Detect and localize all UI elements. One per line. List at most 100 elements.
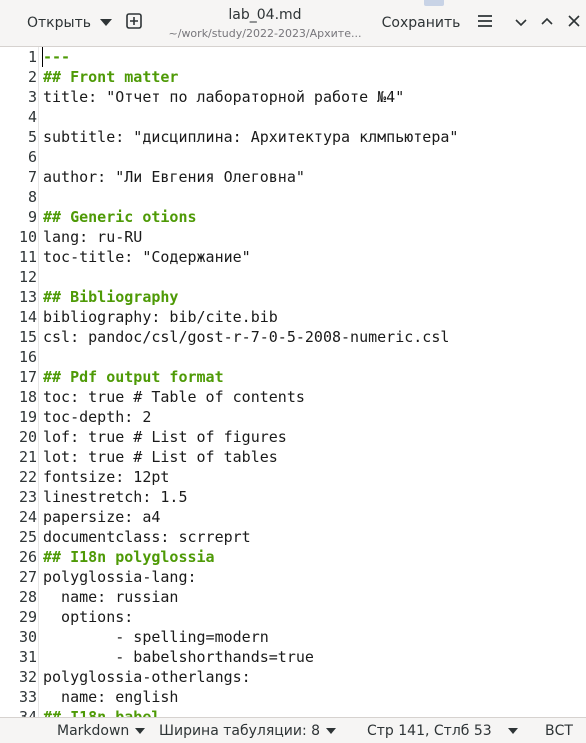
code-text: polyglossia-lang: [43, 568, 197, 586]
code-line[interactable]: 13 ## Bibliography [0, 287, 586, 307]
line-number: 33 [18, 688, 37, 706]
line-number: 32 [18, 668, 37, 686]
text-editor-area[interactable]: 1 --- 2 ## Front matter 3 title: "Отчет по ла… [0, 47, 586, 717]
code-text: ## I18n polyglossia [43, 548, 215, 566]
code-line[interactable]: 5 subtitle: "дисциплина: Архитектура клмп… [0, 127, 586, 147]
code-line[interactable]: 24 papersize: a4 [0, 507, 586, 527]
line-number: 19 [18, 408, 37, 426]
code-text: options: [43, 608, 134, 626]
document-path: ~/work/study/2022-2023/Архите... [168, 27, 362, 40]
cursor-position[interactable]: Стр 141, Стлб 53 [367, 721, 492, 741]
line-number: 21 [18, 448, 37, 466]
line-number: 6 [27, 148, 37, 166]
save-button[interactable]: Сохранить [380, 8, 462, 38]
line-number: 15 [18, 328, 37, 346]
line-number: 17 [18, 368, 37, 386]
cursor-position-label: Стр 141, Стлб 53 [367, 723, 492, 739]
line-number: 3 [27, 88, 37, 106]
maximize-button[interactable] [534, 8, 560, 38]
code-line[interactable]: 12 [0, 267, 586, 287]
insert-mode-indicator[interactable]: ВСТ [545, 721, 573, 741]
line-number: 1 [27, 48, 37, 66]
cursor-position-dropdown[interactable] [502, 721, 518, 741]
main-menu-button[interactable] [470, 8, 500, 38]
code-text: bibliography: bib/cite.bib [43, 308, 278, 326]
background-window-edge [424, 0, 444, 6]
code-line[interactable]: 34 ## I18n babel [0, 707, 586, 717]
line-number: 26 [18, 548, 37, 566]
open-button-label: Открыть [27, 15, 91, 31]
code-text: lang: ru-RU [43, 228, 143, 246]
code-line[interactable]: 31 - babelshorthands=true [0, 647, 586, 667]
code-text: documentclass: scrreprt [43, 528, 251, 546]
code-line[interactable]: 22 fontsize: 12pt [0, 467, 586, 487]
line-number: 2 [27, 68, 37, 86]
code-line[interactable]: 18 toc: true # Table of contents [0, 387, 586, 407]
code-line[interactable]: 25 documentclass: scrreprt [0, 527, 586, 547]
code-line[interactable]: 1 --- [0, 47, 586, 67]
code-line[interactable]: 23 linestretch: 1.5 [0, 487, 586, 507]
code-text: ## Front matter [43, 68, 179, 86]
code-line[interactable]: 26 ## I18n polyglossia [0, 547, 586, 567]
code-line[interactable]: 15 csl: pandoc/csl/gost-r-7-0-5-2008-nume… [0, 327, 586, 347]
line-number: 23 [18, 488, 37, 506]
open-button[interactable]: Открыть [18, 8, 112, 38]
code-line[interactable]: 6 [0, 147, 586, 167]
code-line[interactable]: 16 [0, 347, 586, 367]
window-title: lab_04.md ~/work/study/2022-2023/Архите.… [150, 6, 380, 41]
line-number: 14 [18, 308, 37, 326]
code-line[interactable]: 8 [0, 187, 586, 207]
code-text: toc: true # Table of contents [43, 388, 305, 406]
code-text: lof: true # List of figures [43, 428, 287, 446]
language-selector[interactable]: Markdown [57, 721, 146, 741]
line-number: 22 [18, 468, 37, 486]
line-number: 30 [18, 628, 37, 646]
line-number: 34 [18, 708, 37, 717]
chevron-down-icon [326, 728, 337, 734]
code-line[interactable]: 3 title: "Отчет по лабораторной работе №4… [0, 87, 586, 107]
hamburger-menu-icon [477, 14, 493, 32]
code-line[interactable]: 29 options: [0, 607, 586, 627]
maximize-icon [540, 15, 554, 31]
code-text: ## Generic otions [43, 208, 197, 226]
line-number: 4 [27, 108, 37, 126]
code-line[interactable]: 21 lot: true # List of tables [0, 447, 586, 467]
tab-width-label: Ширина табуляции: 8 [159, 723, 321, 739]
code-line[interactable]: 14 bibliography: bib/cite.bib [0, 307, 586, 327]
line-number: 5 [27, 128, 37, 146]
code-line[interactable]: 27 polyglossia-lang: [0, 567, 586, 587]
new-tab-icon [126, 13, 142, 33]
code-line[interactable]: 10 lang: ru-RU [0, 227, 586, 247]
chevron-down-icon [99, 15, 112, 31]
code-text: ## I18n babel [43, 708, 161, 717]
line-number: 16 [18, 348, 37, 366]
chevron-down-icon [135, 728, 146, 734]
code-line[interactable]: 33 name: english [0, 687, 586, 707]
code-line[interactable]: 7 author: "Ли Евгения Олеговна" [0, 167, 586, 187]
code-text: ## Pdf output format [43, 368, 224, 386]
language-label: Markdown [57, 723, 130, 739]
code-line[interactable]: 9 ## Generic otions [0, 207, 586, 227]
code-line[interactable]: 4 [0, 107, 586, 127]
close-button[interactable] [562, 8, 586, 38]
status-bar: Markdown Ширина табуляции: 8 Стр 141, Ст… [0, 717, 586, 743]
tab-width-selector[interactable]: Ширина табуляции: 8 [159, 721, 337, 741]
text-cursor [42, 47, 43, 67]
line-number: 28 [18, 588, 37, 606]
code-text: papersize: a4 [43, 508, 161, 526]
minimize-button[interactable] [508, 8, 534, 38]
code-line[interactable]: 28 name: russian [0, 587, 586, 607]
header-bar: Открыть lab_04.md ~/work/study/2022-2023… [0, 0, 586, 47]
new-tab-button[interactable] [120, 8, 148, 38]
code-line[interactable]: 17 ## Pdf output format [0, 367, 586, 387]
code-line[interactable]: 32 polyglossia-otherlangs: [0, 667, 586, 687]
code-line[interactable]: 2 ## Front matter [0, 67, 586, 87]
code-text: ## Bibliography [43, 288, 179, 306]
code-line[interactable]: 20 lof: true # List of figures [0, 427, 586, 447]
code-text: name: russian [43, 588, 179, 606]
code-line[interactable]: 11 toc-title: "Содержание" [0, 247, 586, 267]
code-line[interactable]: 30 - spelling=modern [0, 627, 586, 647]
line-number: 25 [18, 528, 37, 546]
line-number: 9 [27, 208, 37, 226]
code-line[interactable]: 19 toc-depth: 2 [0, 407, 586, 427]
